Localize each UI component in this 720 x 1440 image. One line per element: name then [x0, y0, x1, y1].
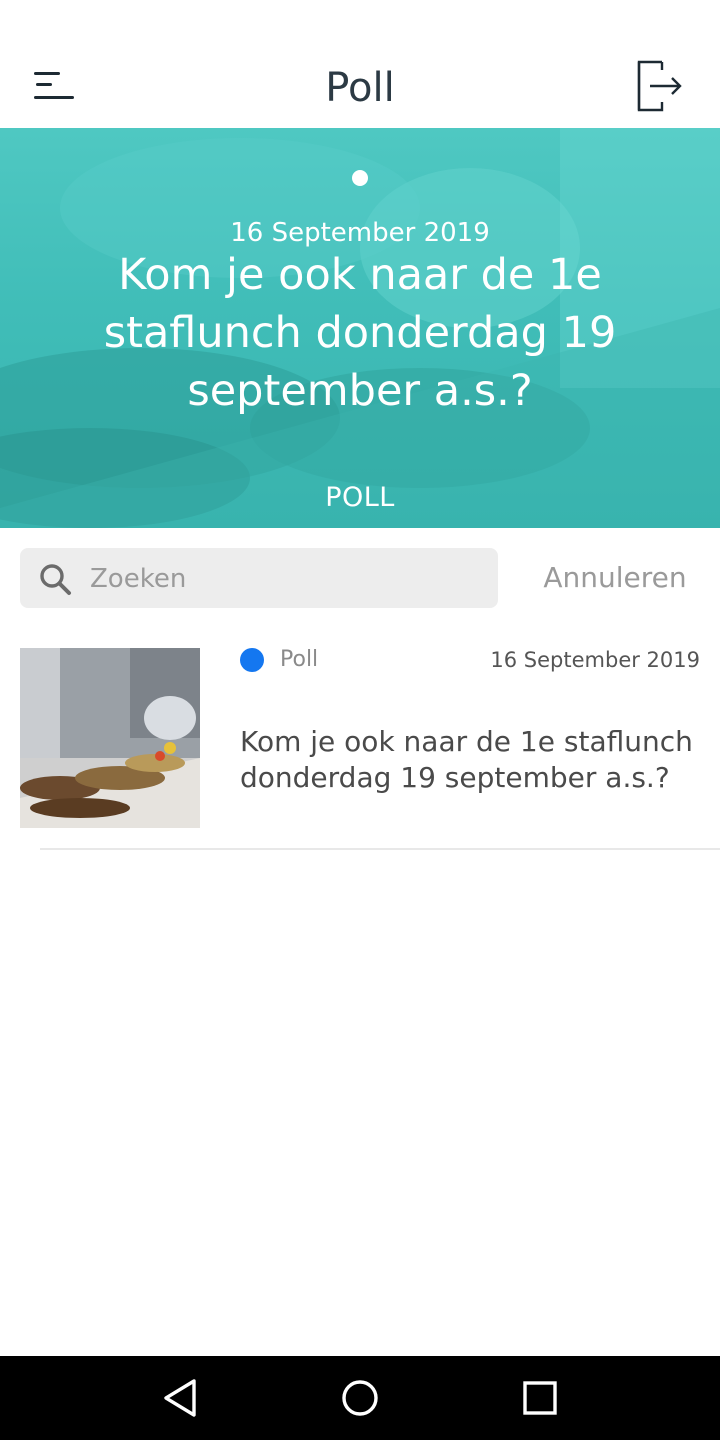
search-input[interactable]: [88, 548, 492, 610]
logout-button[interactable]: [632, 58, 686, 114]
list-item[interactable]: Poll 16 September 2019 Kom je ook naar d…: [0, 628, 720, 850]
item-date: 16 September 2019: [490, 648, 700, 672]
hero-title: Kom je ook naar de 1e staflunch donderda…: [103, 250, 617, 416]
cancel-button[interactable]: Annuleren: [530, 556, 700, 600]
item-thumbnail: [20, 648, 200, 828]
back-button[interactable]: [156, 1374, 204, 1422]
hero-banner[interactable]: 16 September 2019 Kom je ook naar de 1e …: [0, 128, 720, 528]
system-navigation-bar: [0, 1356, 720, 1440]
hero-category: POLL: [325, 482, 395, 513]
category-dot: [240, 648, 264, 672]
logout-icon: [637, 60, 682, 112]
home-button[interactable]: [336, 1374, 384, 1422]
item-title: Kom je ook naar de 1e staflunch donderda…: [240, 725, 693, 794]
recents-button[interactable]: [516, 1374, 564, 1422]
home-circle-icon: [342, 1380, 378, 1416]
recents-square-icon: [523, 1381, 557, 1415]
list-divider: [40, 848, 720, 850]
search-bar: [20, 548, 498, 610]
carousel-indicator[interactable]: [352, 170, 368, 186]
page-title: Poll: [325, 65, 395, 111]
back-triangle-icon: [164, 1379, 196, 1417]
search-icon: [40, 564, 71, 595]
app-header: Poll: [0, 0, 720, 128]
item-category: Poll: [280, 647, 319, 672]
